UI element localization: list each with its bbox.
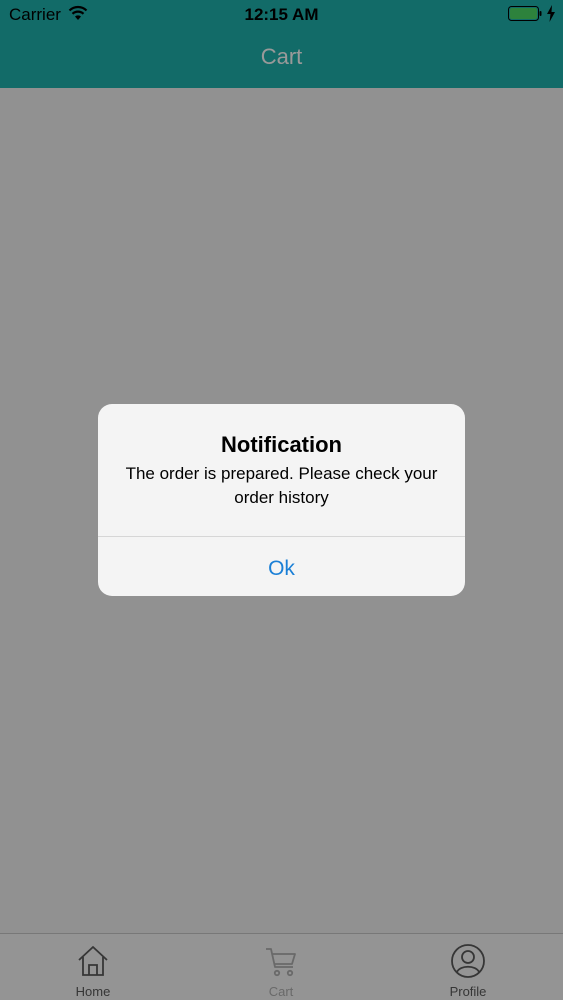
alert-title: Notification [221, 432, 342, 457]
ok-button[interactable]: Ok [98, 537, 465, 596]
alert-message: The order is prepared. Please check your… [125, 464, 438, 507]
app-screen: Carrier 12:15 AM Cart Home Cart Profile … [0, 0, 563, 1000]
notification-alert: Notification The order is prepared. Plea… [98, 404, 465, 596]
